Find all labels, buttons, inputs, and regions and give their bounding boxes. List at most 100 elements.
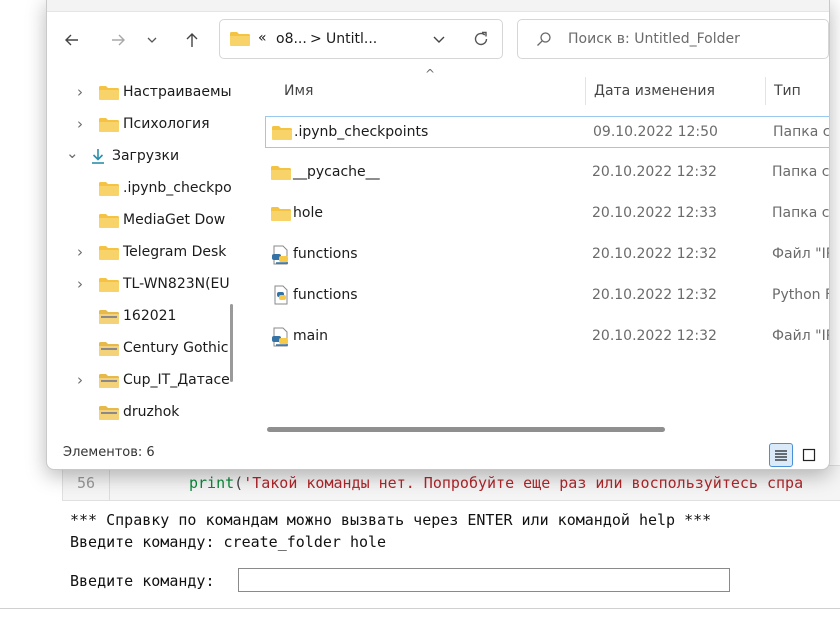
chevron-right-icon[interactable]: › xyxy=(77,115,83,133)
column-type-header[interactable]: Тип xyxy=(774,83,801,99)
nav-item-label: TL-WN823N(EU xyxy=(123,276,230,292)
nav-item[interactable]: druzhok xyxy=(47,397,233,429)
address-overflow[interactable]: « xyxy=(258,30,267,46)
file-type: Папка с xyxy=(773,124,829,140)
column-header: ^ Имя Дата изменения Тип xyxy=(243,69,829,111)
nav-item-label: .ipynb_checkpo xyxy=(123,180,232,196)
chevron-down-icon[interactable] xyxy=(432,34,446,46)
nav-item[interactable]: › Cup_IT_Датасет xyxy=(47,365,233,397)
file-row[interactable]: main 20.10.2022 12:32 Файл "IP xyxy=(265,321,829,353)
up-button[interactable] xyxy=(179,27,205,53)
file-list: ^ Имя Дата изменения Тип .ipynb_checkpoi… xyxy=(243,69,829,437)
back-button[interactable] xyxy=(59,27,85,53)
nav-item[interactable]: ⌄ Загрузки xyxy=(47,141,233,173)
file-name: functions xyxy=(293,287,358,303)
nav-item[interactable]: › Психология xyxy=(47,109,233,141)
code-string: 'Такой команды нет. Попробуйте еще раз и… xyxy=(243,474,804,492)
file-dialog: « o8... > Untitl... Поиск в: Untitled_Fo… xyxy=(46,0,830,470)
nav-item[interactable]: MediaGet Dow xyxy=(47,205,233,237)
folder-icon xyxy=(99,278,119,292)
python-notebook-icon xyxy=(272,245,288,265)
chevron-down-icon[interactable]: ⌄ xyxy=(66,144,79,162)
horizontal-scrollbar[interactable] xyxy=(267,427,665,432)
nav-item-label: Психология xyxy=(123,116,210,132)
file-row[interactable]: functions 20.10.2022 12:32 Файл "IP xyxy=(265,239,829,271)
search-icon xyxy=(537,32,551,46)
cell-divider xyxy=(0,608,840,609)
file-name: main xyxy=(293,328,328,344)
nav-item[interactable]: .ipynb_checkpo xyxy=(47,173,233,205)
file-type: Python F xyxy=(772,287,829,303)
chevron-right-icon[interactable]: › xyxy=(77,371,83,389)
code-line: print('Такой команды нет. Попробуйте еще… xyxy=(189,466,803,500)
column-date-header[interactable]: Дата изменения xyxy=(594,83,715,99)
downloads-icon xyxy=(92,149,104,164)
nav-item-label: druzhok xyxy=(123,404,180,420)
recent-locations-button[interactable] xyxy=(143,27,161,53)
arrow-left-icon xyxy=(65,34,78,46)
nav-item-label: 162021 xyxy=(123,308,177,324)
chevron-down-icon xyxy=(147,37,157,43)
nav-item-label: Century Gothic xyxy=(123,340,229,356)
tiles-view-button[interactable] xyxy=(797,443,821,467)
folder-icon xyxy=(99,214,119,228)
output-help-line: *** Справку по командам можно вызвать че… xyxy=(70,511,712,529)
folder-icon xyxy=(99,86,119,100)
search-input[interactable]: Поиск в: Untitled_Folder xyxy=(568,31,740,47)
breadcrumb-parent[interactable]: o8... xyxy=(276,31,307,47)
status-bar: Элементов: 6 xyxy=(47,439,829,469)
folder-icon xyxy=(99,118,119,132)
folder-icon xyxy=(271,166,291,180)
chevron-right-icon[interactable]: › xyxy=(77,243,83,261)
address-bar[interactable]: « o8... > Untitl... xyxy=(219,19,503,59)
file-type: Папка с xyxy=(772,164,829,180)
zip-folder-icon xyxy=(99,374,119,388)
sort-indicator-icon: ^ xyxy=(425,69,436,81)
output-command-line: Введите команду: create_folder hole xyxy=(70,533,387,551)
nav-item[interactable]: › Настраиваемы xyxy=(47,77,233,109)
file-row[interactable]: hole 20.10.2022 12:33 Папка с xyxy=(265,198,829,230)
navigation-pane: › Настраиваемы › Психология ⌄ Загрузки .… xyxy=(47,69,233,439)
tile-view-icon xyxy=(802,448,816,462)
breadcrumb-current[interactable]: Untitl... xyxy=(326,31,377,47)
line-number: 56 xyxy=(63,466,110,500)
file-type: Файл "IP xyxy=(772,328,829,344)
nav-item[interactable]: 162021 xyxy=(47,301,233,333)
python-notebook-icon xyxy=(272,327,288,347)
file-date: 20.10.2022 12:32 xyxy=(592,328,717,344)
nav-scrollbar[interactable] xyxy=(230,304,233,382)
details-view-button[interactable] xyxy=(769,443,793,467)
file-type: Папка с xyxy=(772,205,829,221)
chevron-right-icon[interactable]: › xyxy=(77,275,83,293)
list-view-icon xyxy=(775,450,787,461)
python-file-icon xyxy=(274,285,288,305)
zip-folder-icon xyxy=(99,406,119,420)
file-name: hole xyxy=(293,205,323,221)
code-paren: ( xyxy=(234,474,244,492)
navigation-bar: « o8... > Untitl... Поиск в: Untitled_Fo… xyxy=(47,11,829,69)
chevron-right-icon[interactable]: › xyxy=(77,83,83,101)
refresh-icon[interactable] xyxy=(472,30,490,48)
nav-item[interactable]: Century Gothic xyxy=(47,333,233,365)
nav-item[interactable]: › Telegram Desk xyxy=(47,237,233,269)
file-type: Файл "IP xyxy=(772,246,829,262)
nav-item-label: Настраиваемы xyxy=(123,84,232,100)
file-date: 20.10.2022 12:33 xyxy=(592,205,717,221)
zip-folder-icon xyxy=(99,342,119,356)
file-name: functions xyxy=(293,246,358,262)
column-separator[interactable] xyxy=(585,77,586,105)
search-box[interactable]: Поиск в: Untitled_Folder xyxy=(517,19,829,59)
folder-icon xyxy=(272,126,292,140)
file-row[interactable]: __pycache__ 20.10.2022 12:32 Папка с xyxy=(265,157,829,189)
forward-button[interactable] xyxy=(105,27,131,53)
nav-item-label: Cup_IT_Датасет xyxy=(123,372,233,388)
column-separator[interactable] xyxy=(765,77,766,105)
file-row[interactable]: .ipynb_checkpoints 09.10.2022 12:50 Папк… xyxy=(265,116,829,148)
file-row[interactable]: functions 20.10.2022 12:32 Python F xyxy=(265,280,829,312)
file-name: __pycache__ xyxy=(293,164,380,180)
command-input[interactable] xyxy=(238,568,730,592)
nav-item[interactable]: › TL-WN823N(EU xyxy=(47,269,233,301)
column-name-header[interactable]: Имя xyxy=(284,83,313,99)
file-date: 20.10.2022 12:32 xyxy=(592,164,717,180)
code-cell[interactable]: 56 print('Такой команды нет. Попробуйте … xyxy=(62,465,840,501)
